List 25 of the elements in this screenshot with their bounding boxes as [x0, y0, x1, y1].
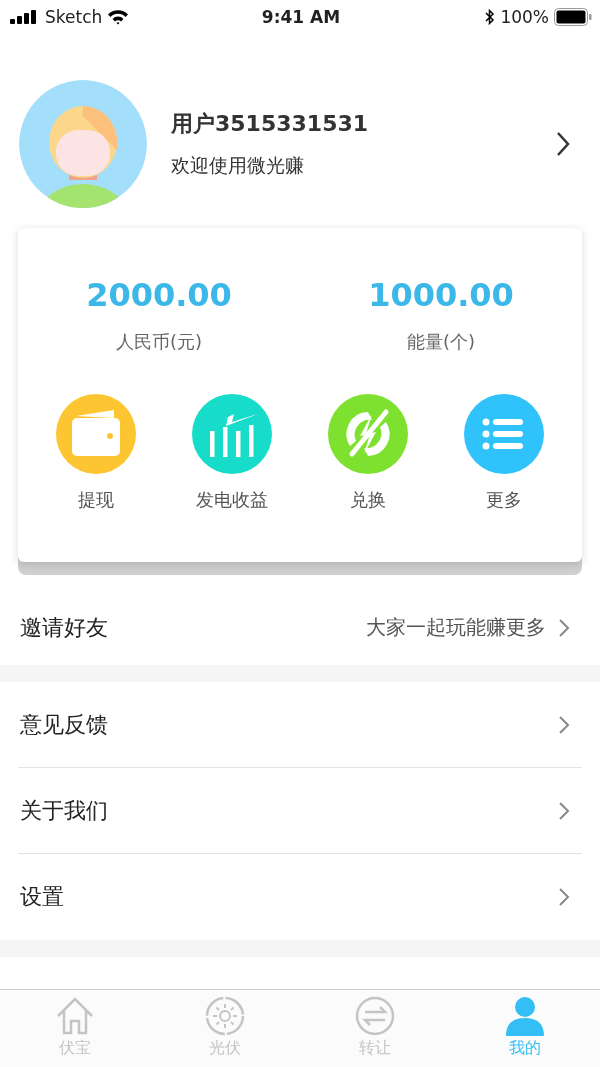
chevron-right-icon [558, 800, 570, 821]
user-name: 用户3515331531 [171, 110, 370, 138]
carrier-name: Sketch [45, 7, 103, 27]
welcome-text: 欢迎使用微光赚 [171, 153, 305, 178]
person-icon [505, 996, 545, 1036]
action-button[interactable]: 发电收益 [177, 394, 287, 512]
action-button[interactable]: 更多 [449, 394, 559, 512]
balance-value: 1000.00 [368, 276, 514, 314]
action-button[interactable]: 提现 [41, 394, 151, 512]
balance-value: 2000.00 [86, 276, 232, 314]
chevron-right-icon [558, 714, 570, 735]
balance-label: 能量(个) [406, 330, 475, 354]
chevron-right-icon [558, 887, 570, 907]
sun-icon [205, 996, 245, 1036]
battery-percent: 100% [500, 7, 549, 27]
balance-label: 人民币(元) [115, 330, 202, 354]
chevron-right-icon [558, 617, 570, 638]
chevron-right-icon[interactable] [556, 131, 570, 157]
action-button[interactable]: 兑换 [313, 394, 423, 512]
battery-icon [554, 8, 592, 26]
bluetooth-icon [485, 8, 496, 26]
wifi-icon [107, 9, 130, 25]
clock-time: 9:41 AM [261, 7, 341, 27]
house-icon [55, 996, 95, 1036]
transfer-icon [355, 996, 395, 1036]
